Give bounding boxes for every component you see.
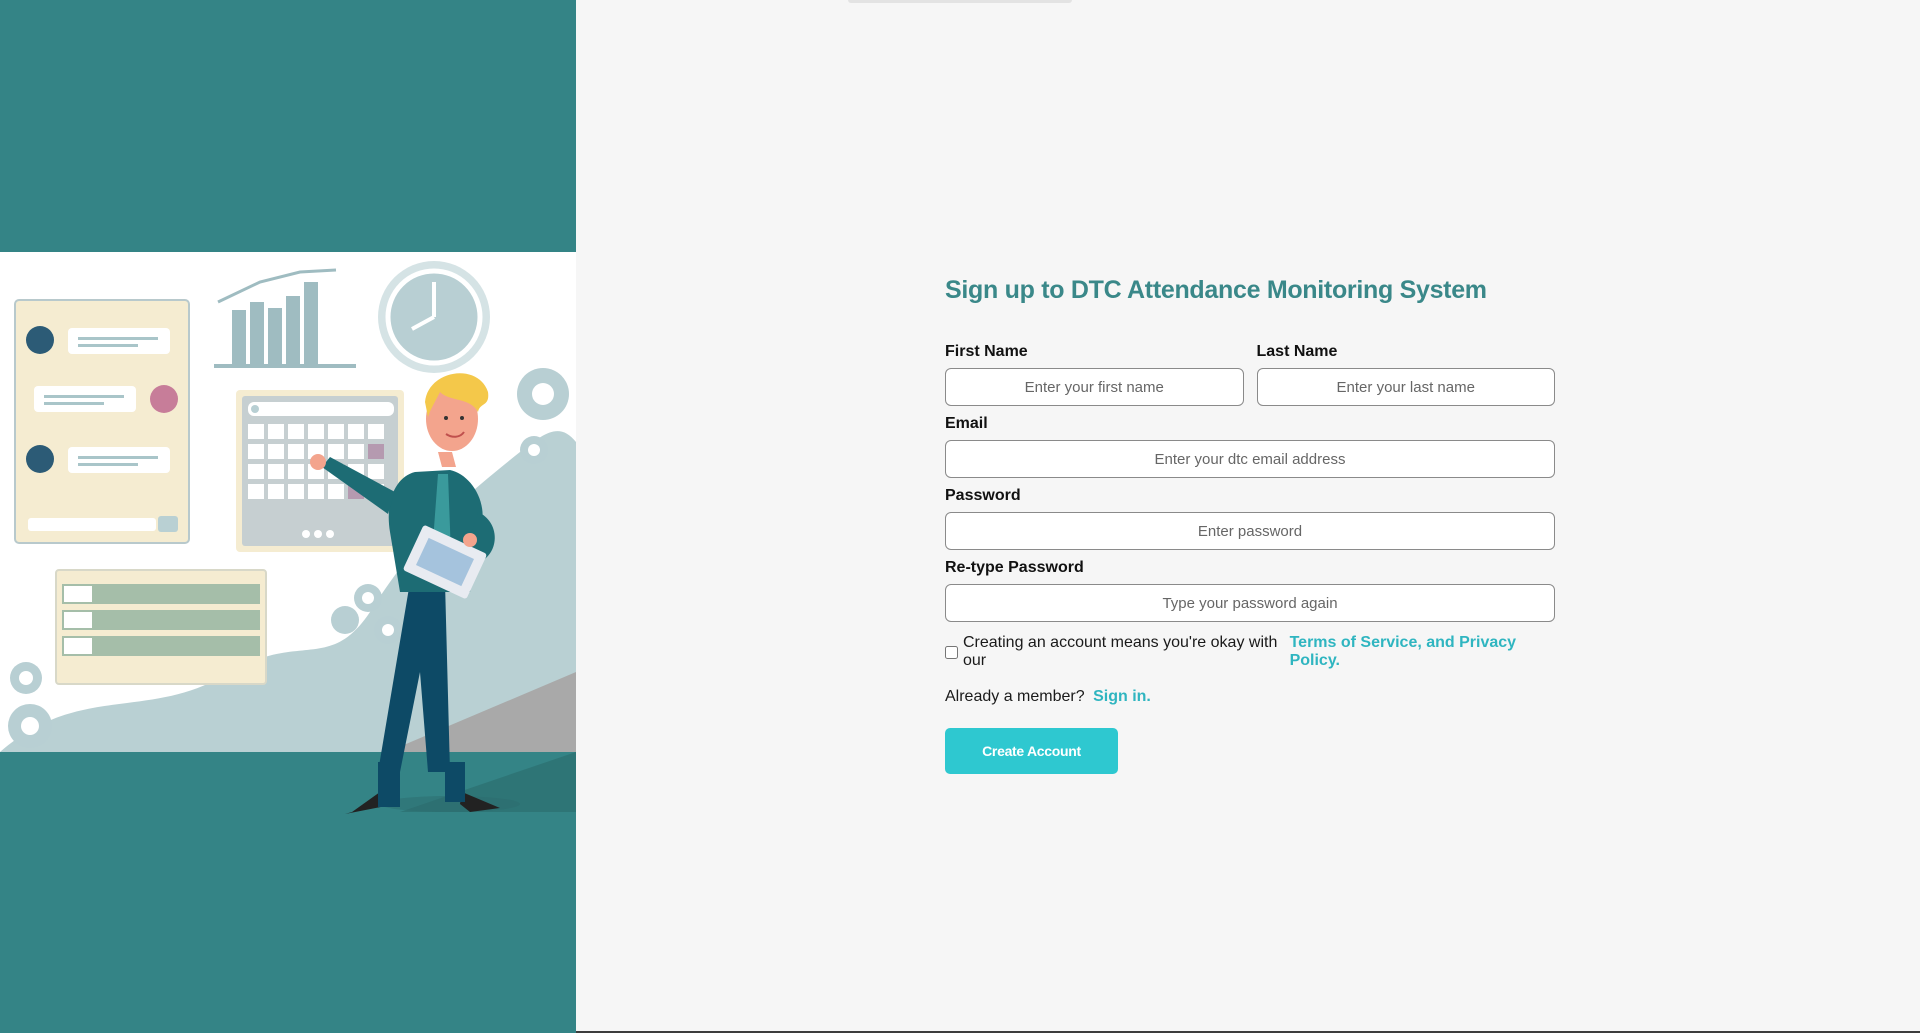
password-input[interactable] <box>945 512 1555 550</box>
create-account-button[interactable]: Create Account <box>945 728 1118 774</box>
last-name-label: Last Name <box>1256 343 1338 360</box>
terms-text: Creating an account means you're okay wi… <box>963 634 1278 669</box>
first-name-group: First Name <box>945 341 1244 406</box>
password-group: Password <box>945 485 1555 550</box>
password-label: Password <box>945 487 1021 504</box>
signup-form: Sign up to DTC Attendance Monitoring Sys… <box>945 274 1555 774</box>
first-name-label: First Name <box>945 343 1028 360</box>
signup-page: Sign up to DTC Attendance Monitoring Sys… <box>0 0 1920 1033</box>
retype-password-group: Re-type Password <box>945 557 1555 622</box>
last-name-group: Last Name <box>1256 341 1555 406</box>
email-label: Email <box>945 415 988 432</box>
email-group: Email <box>945 413 1555 478</box>
page-title: Sign up to DTC Attendance Monitoring Sys… <box>945 276 1487 304</box>
member-row: Already a member? Sign in. <box>945 688 1555 706</box>
signup-illustration <box>0 252 576 829</box>
terms-row: Creating an account means you're okay wi… <box>945 634 1555 670</box>
name-row: First Name Last Name <box>945 341 1555 406</box>
sign-in-link[interactable]: Sign in. <box>1093 688 1151 705</box>
retype-password-label: Re-type Password <box>945 559 1084 576</box>
left-panel <box>0 0 576 1033</box>
retype-password-input[interactable] <box>945 584 1555 622</box>
member-text: Already a member? <box>945 688 1085 705</box>
last-name-input[interactable] <box>1256 368 1555 406</box>
first-name-input[interactable] <box>945 368 1244 406</box>
top-shadow <box>848 0 1072 3</box>
terms-link[interactable]: Terms of Service, and Privacy Policy. <box>1290 634 1555 670</box>
terms-checkbox[interactable] <box>945 645 958 659</box>
email-input[interactable] <box>945 440 1555 478</box>
